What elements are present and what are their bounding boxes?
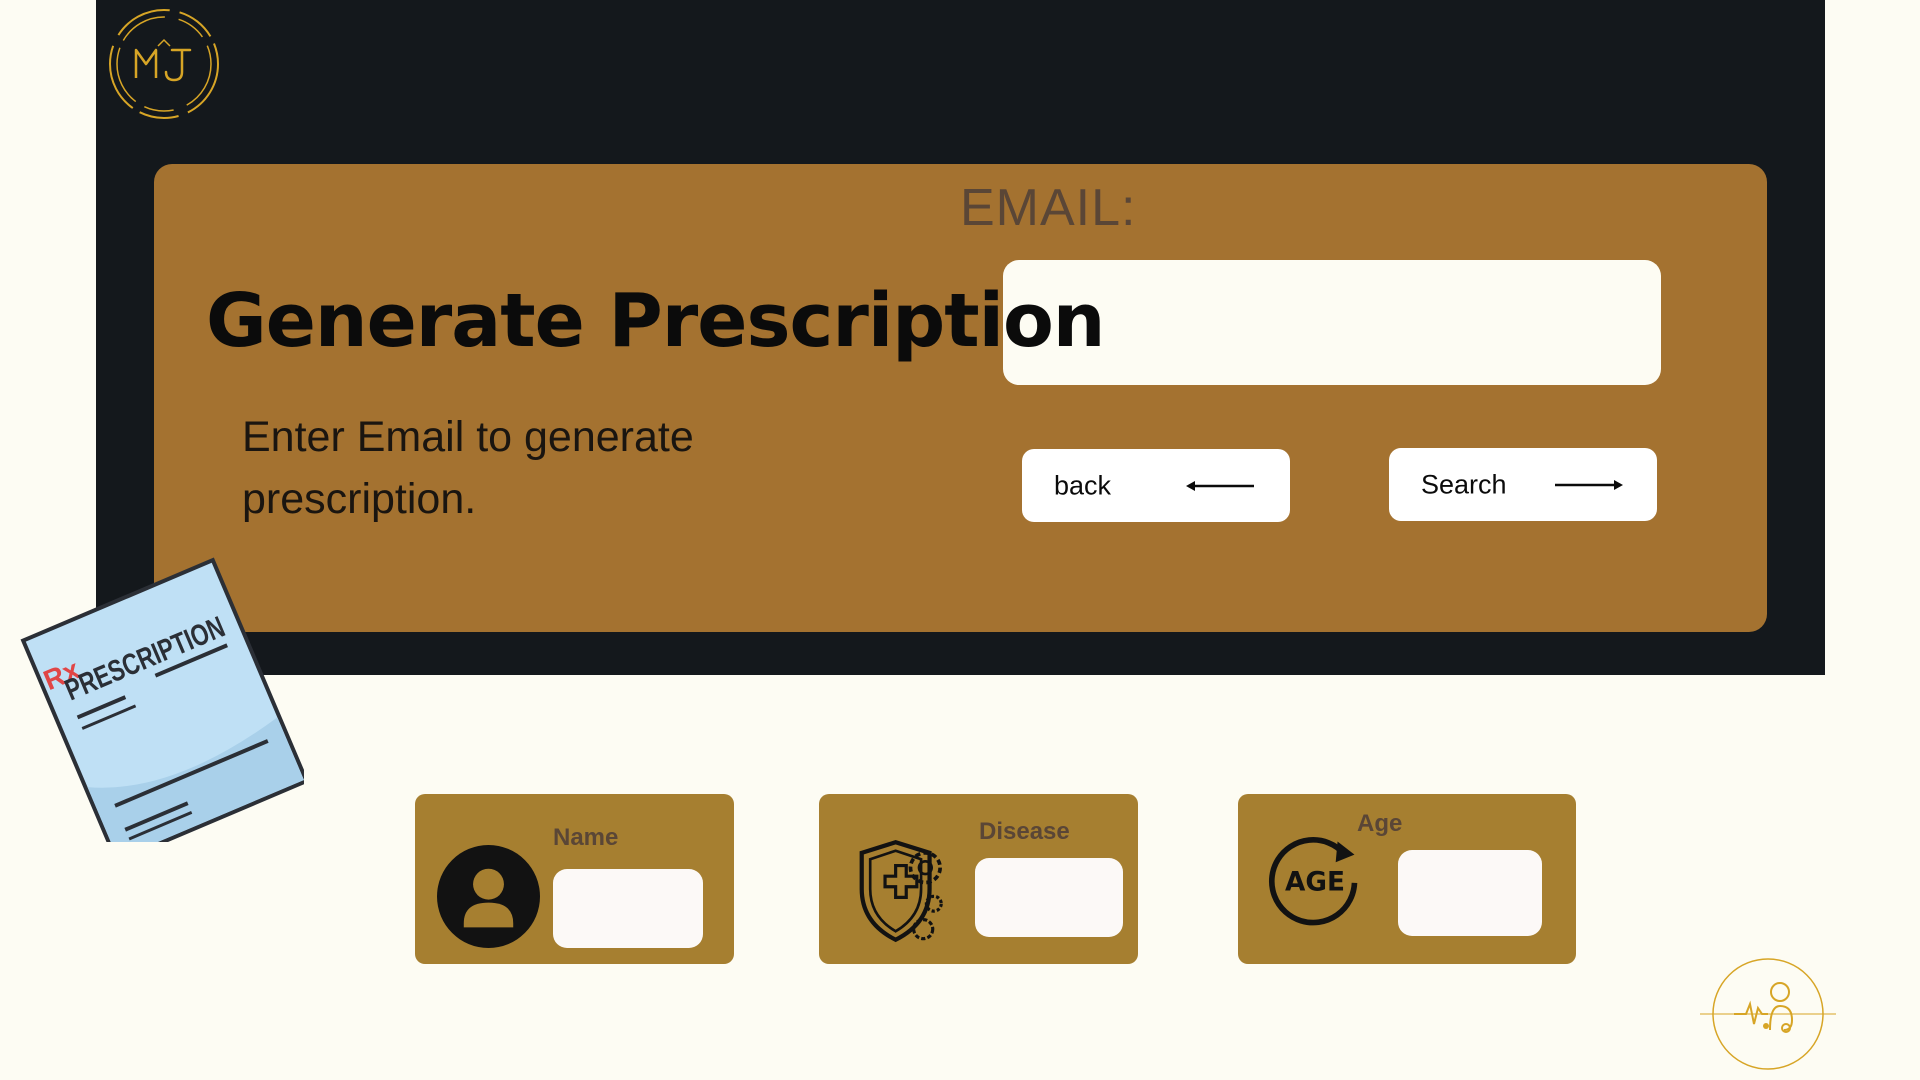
user-icon	[437, 845, 540, 948]
mj-logo-icon	[109, 9, 219, 119]
name-input[interactable]	[553, 869, 703, 948]
age-label: Age	[1357, 810, 1403, 837]
age-icon-text: AGE	[1285, 867, 1345, 897]
search-button[interactable]: Search	[1389, 448, 1657, 521]
search-button-label: Search	[1421, 469, 1507, 499]
disease-label: Disease	[979, 818, 1070, 845]
name-field-card: Name	[415, 794, 734, 964]
age-cycle-icon: AGE	[1269, 837, 1358, 926]
prescription-paper-illustration: Rx PRESCRIPTION	[20, 557, 304, 842]
age-input[interactable]	[1398, 850, 1542, 936]
disease-input[interactable]	[975, 858, 1123, 937]
back-button-label: back	[1054, 470, 1112, 500]
age-field-card: AGE Age	[1238, 794, 1576, 964]
email-label: EMAIL:	[960, 179, 1137, 237]
name-label: Name	[553, 824, 619, 851]
instructions-text: Enter Email to generate prescription.	[242, 413, 694, 523]
doctor-heartbeat-logo-icon	[1700, 958, 1836, 1070]
arrow-right-icon	[1555, 479, 1623, 490]
arrow-left-icon	[1186, 480, 1254, 491]
disease-field-card: Disease	[819, 794, 1138, 964]
page-title: Generate Prescription	[206, 278, 1105, 364]
medical-shield-icon	[859, 840, 943, 943]
back-button[interactable]: back	[1022, 449, 1290, 522]
